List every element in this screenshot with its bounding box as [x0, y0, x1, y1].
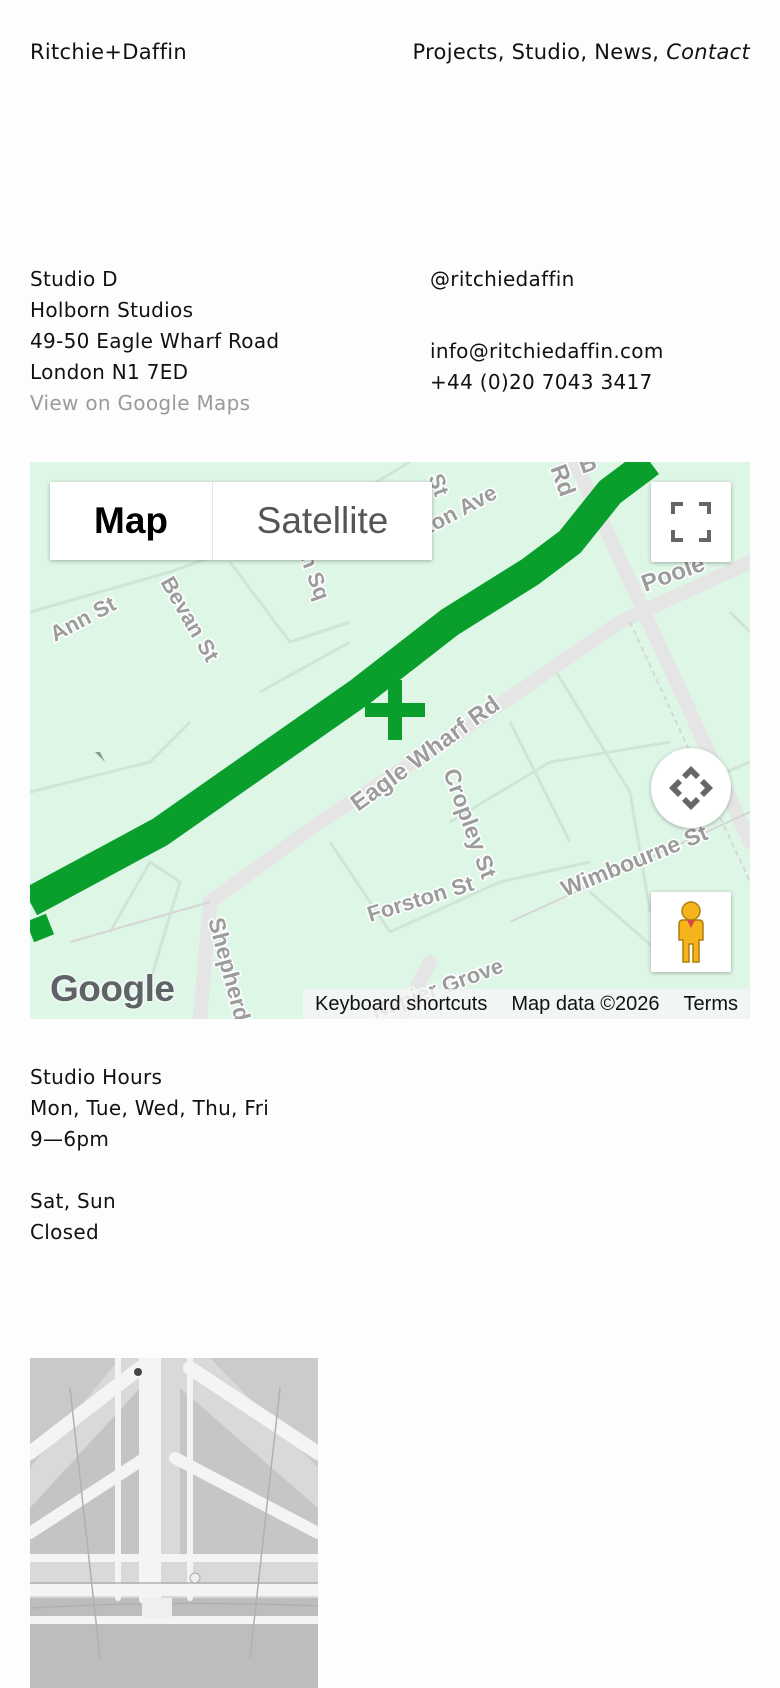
studio-address: Studio D Holborn Studios 49-50 Eagle Wha…: [30, 264, 279, 419]
fullscreen-button[interactable]: [651, 482, 731, 562]
nav-contact[interactable]: Contact: [666, 40, 750, 64]
keyboard-shortcuts-link[interactable]: Keyboard shortcuts: [303, 993, 499, 1016]
map-data-text: Map data ©2026: [511, 992, 660, 1015]
address-line: 49-50 Eagle Wharf Road: [30, 329, 280, 353]
hours-title: Studio Hours: [30, 1065, 163, 1089]
google-logo: Google: [50, 968, 175, 1009]
pegman-icon: [678, 901, 704, 963]
nav-news[interactable]: News: [594, 40, 652, 64]
nav-separator: ,: [652, 40, 667, 64]
studio-hours: Studio Hours Mon, Tue, Wed, Thu, Fri 9—6…: [30, 1062, 269, 1248]
hours-weekend-time: Closed: [30, 1220, 99, 1244]
street-view-pegman-button[interactable]: [651, 892, 731, 972]
camera-control-button[interactable]: [651, 748, 731, 828]
map-type-satellite-button[interactable]: Satellite: [212, 482, 432, 560]
nav-separator: ,: [497, 40, 512, 64]
studio-roof-image: [30, 1358, 318, 1688]
instagram-link[interactable]: @ritchiedaffin: [430, 264, 664, 295]
nav-projects[interactable]: Projects: [412, 40, 497, 64]
camera-move-icon: [669, 766, 713, 810]
embedded-map[interactable]: Ann St Bevan St n Sq ngton Ave St Rd B P…: [30, 462, 750, 1019]
map-attribution-bar: Keyboard shortcuts Map data ©2026 Terms: [303, 989, 750, 1019]
site-header: Ritchie+Daffin Projects, Studio, News, C…: [30, 40, 750, 70]
nav-studio[interactable]: Studio: [512, 40, 581, 64]
map-type-map-button[interactable]: Map: [50, 482, 212, 560]
address-line: London N1 7ED: [30, 360, 189, 384]
email-link[interactable]: info@ritchiedaffin.com: [430, 336, 664, 367]
terms-link[interactable]: Terms: [672, 993, 750, 1016]
address-line: Holborn Studios: [30, 298, 194, 322]
main-nav: Projects, Studio, News, Contact: [412, 40, 750, 64]
hours-weekday-time: 9—6pm: [30, 1127, 110, 1151]
hours-weekend: Sat, Sun: [30, 1189, 116, 1213]
address-line: Studio D: [30, 267, 118, 291]
fullscreen-icon: [671, 502, 711, 542]
google-maps-link[interactable]: View on Google Maps: [30, 388, 279, 419]
hours-weekdays: Mon, Tue, Wed, Thu, Fri: [30, 1096, 270, 1120]
nav-separator: ,: [580, 40, 595, 64]
phone-link[interactable]: +44 (0)20 7043 3417: [430, 367, 664, 398]
studio-roof-photo: [30, 1358, 318, 1688]
contact-details: @ritchiedaffin info@ritchiedaffin.com +4…: [430, 264, 664, 398]
brand-logo-link[interactable]: Ritchie+Daffin: [30, 40, 187, 64]
map-type-control: Map Satellite: [50, 482, 432, 560]
